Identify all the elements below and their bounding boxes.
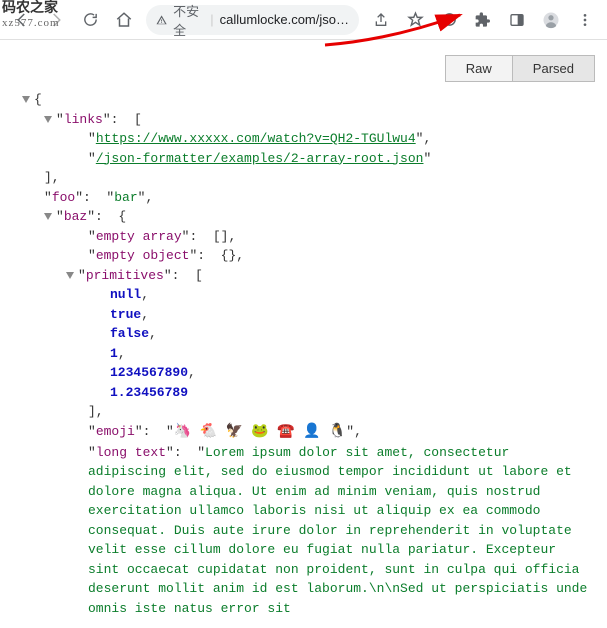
url-text: callumlocke.com/jso… bbox=[220, 12, 349, 27]
warning-icon bbox=[156, 13, 167, 27]
browser-toolbar: 不安全 | callumlocke.com/jso… bbox=[0, 0, 607, 40]
view-toggle: Raw Parsed bbox=[445, 55, 595, 82]
extensions-icon[interactable] bbox=[467, 4, 499, 36]
sidepanel-icon[interactable] bbox=[501, 4, 533, 36]
address-bar[interactable]: 不安全 | callumlocke.com/jso… bbox=[146, 5, 359, 35]
home-button[interactable] bbox=[108, 4, 140, 36]
toggle-icon[interactable] bbox=[66, 272, 74, 279]
site-watermark: 码农之家 xz577.com bbox=[2, 2, 60, 30]
json-viewer: { "links": [ "https://www.xxxxx.com/watc… bbox=[0, 40, 607, 628]
json-link[interactable]: /json-formatter/examples/2-array-root.js… bbox=[96, 151, 424, 166]
share-icon[interactable] bbox=[365, 4, 397, 36]
insecure-label: 不安全 bbox=[173, 1, 204, 39]
profile-icon[interactable] bbox=[535, 4, 567, 36]
toggle-icon[interactable] bbox=[22, 96, 30, 103]
extension-circle-icon[interactable] bbox=[433, 4, 465, 36]
reload-button[interactable] bbox=[74, 4, 106, 36]
toggle-icon[interactable] bbox=[44, 116, 52, 123]
star-icon[interactable] bbox=[399, 4, 431, 36]
json-link[interactable]: https://www.xxxxx.com/watch?v=QH2-TGUlwu… bbox=[96, 131, 416, 146]
tab-raw[interactable]: Raw bbox=[445, 55, 513, 82]
tab-parsed[interactable]: Parsed bbox=[513, 55, 595, 82]
menu-icon[interactable] bbox=[569, 4, 601, 36]
toggle-icon[interactable] bbox=[44, 213, 52, 220]
